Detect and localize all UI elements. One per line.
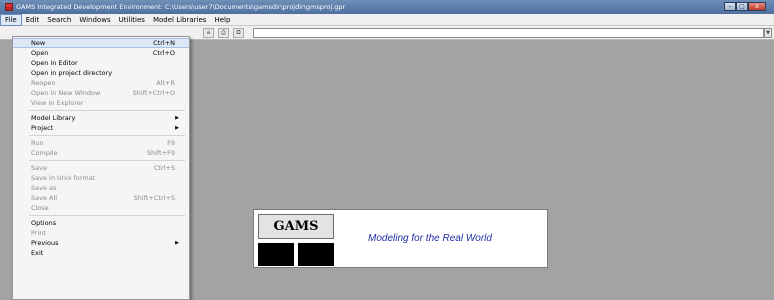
file-menu-item-reopen: Reopen Alt+R xyxy=(13,78,189,88)
menu-item-label: Open in Editor xyxy=(31,59,78,67)
menu-item-label: Run xyxy=(31,139,44,147)
file-menu-item-previous[interactable]: Previous ▶ xyxy=(13,238,189,248)
file-menu-item-save-as: Save as xyxy=(13,183,189,193)
menu-item-shortcut: Ctrl+S xyxy=(153,164,175,172)
file-menu-item-exit[interactable]: Exit xyxy=(13,248,189,258)
menu-item-label: Save in Unix format xyxy=(31,174,96,182)
chevron-down-icon[interactable]: ▼ xyxy=(764,28,772,38)
file-menu-item-open-in-project-directory[interactable]: Open in project directory xyxy=(13,68,189,78)
file-path-combo-input[interactable] xyxy=(253,28,764,38)
file-menu-item-view-in-explorer: View in Explorer xyxy=(13,98,189,108)
file-menu-item-run: Run F9 xyxy=(13,138,189,148)
menu-separator xyxy=(29,215,185,216)
menu-file[interactable]: File xyxy=(0,13,22,26)
menu-help[interactable]: Help xyxy=(210,14,234,26)
logo-block-left xyxy=(258,243,294,266)
gams-splash: GAMS Modeling for the Real World xyxy=(253,209,548,268)
menu-item-label: Save as xyxy=(31,184,57,192)
menu-separator xyxy=(29,135,185,136)
menu-item-label: Close xyxy=(31,204,49,212)
menu-item-label: Print xyxy=(31,229,46,237)
menu-bar: File Edit Search Windows Utilities Model Libr… xyxy=(0,13,774,26)
file-menu-item-new[interactable]: New Ctrl+N xyxy=(13,38,189,48)
menu-separator xyxy=(29,110,185,111)
window-title: GAMS Integrated Development Environment:… xyxy=(16,3,346,11)
file-menu-item-open-in-new-window: Open in New Window Shift+Ctrl+O xyxy=(13,88,189,98)
submenu-arrow-icon: ▶ xyxy=(175,125,179,131)
menu-utilities[interactable]: Utilities xyxy=(115,14,149,26)
menu-item-label: Open in New Window xyxy=(31,89,101,97)
menu-item-label: View in Explorer xyxy=(31,99,84,107)
file-menu-item-print: Print xyxy=(13,228,189,238)
menu-item-label: Compile xyxy=(31,149,58,157)
menu-item-label: Previous xyxy=(31,239,59,247)
menu-search[interactable]: Search xyxy=(43,14,75,26)
menu-item-shortcut: Shift+F9 xyxy=(146,149,175,157)
menu-item-label: Open in project directory xyxy=(31,69,113,77)
menu-item-shortcut: Ctrl+N xyxy=(153,39,175,47)
menu-item-shortcut: Alt+R xyxy=(156,79,175,87)
menu-item-label: Save All xyxy=(31,194,58,202)
file-menu-item-project[interactable]: Project ▶ xyxy=(13,123,189,133)
menu-separator xyxy=(29,160,185,161)
menu-item-shortcut: F9 xyxy=(167,139,175,147)
copy-icon[interactable]: ⧉ xyxy=(233,28,244,38)
file-menu-item-model-library[interactable]: Model Library ▶ xyxy=(13,113,189,123)
menu-item-label: Project xyxy=(31,124,54,132)
menu-item-label: Open xyxy=(31,49,49,57)
close-button[interactable]: x xyxy=(748,2,766,11)
submenu-arrow-icon: ▶ xyxy=(175,115,179,121)
file-menu-item-save-in-unix-format: Save in Unix format xyxy=(13,173,189,183)
file-menu-item-open[interactable]: Open Ctrl+O xyxy=(13,48,189,58)
gams-logo-text: GAMS xyxy=(258,214,334,239)
menu-item-label: New xyxy=(31,39,46,47)
file-menu-item-close: Close xyxy=(13,203,189,213)
file-menu-item-save: Save Ctrl+S xyxy=(13,163,189,173)
window-controls: – □ x xyxy=(724,2,766,11)
menu-windows[interactable]: Windows xyxy=(75,14,114,26)
menu-item-label: Save xyxy=(31,164,47,172)
title-bar: GAMS Integrated Development Environment:… xyxy=(0,0,774,14)
minimize-button[interactable]: – xyxy=(724,2,736,11)
gams-app-icon[interactable] xyxy=(5,3,13,11)
file-menu-item-open-in-editor[interactable]: Open in Editor xyxy=(13,58,189,68)
file-menu-item-options[interactable]: Options xyxy=(13,218,189,228)
menu-edit[interactable]: Edit xyxy=(22,14,44,26)
menu-item-label: Reopen xyxy=(31,79,56,87)
menu-item-label: Model Library xyxy=(31,114,76,122)
tagline: Modeling for the Real World xyxy=(368,233,492,244)
toolbar-button-a[interactable]: a xyxy=(203,28,214,38)
logo-block-right xyxy=(298,243,334,266)
maximize-button[interactable]: □ xyxy=(736,2,748,11)
print-icon[interactable]: ⎙ xyxy=(218,28,229,38)
file-menu-item-compile: Compile Shift+F9 xyxy=(13,148,189,158)
menu-model-libraries[interactable]: Model Libraries xyxy=(149,14,210,26)
submenu-arrow-icon: ▶ xyxy=(175,240,179,246)
file-menu-item-save-all: Save All Shift+Ctrl+S xyxy=(13,193,189,203)
menu-item-shortcut: Ctrl+O xyxy=(152,49,175,57)
menu-item-label: Options xyxy=(31,219,57,227)
menu-item-label: Exit xyxy=(31,249,44,257)
menu-item-shortcut: Shift+Ctrl+O xyxy=(132,89,175,97)
file-menu-dropdown: New Ctrl+N Open Ctrl+O Open in Editor Open in… xyxy=(12,36,190,300)
menu-item-shortcut: Shift+Ctrl+S xyxy=(133,194,175,202)
